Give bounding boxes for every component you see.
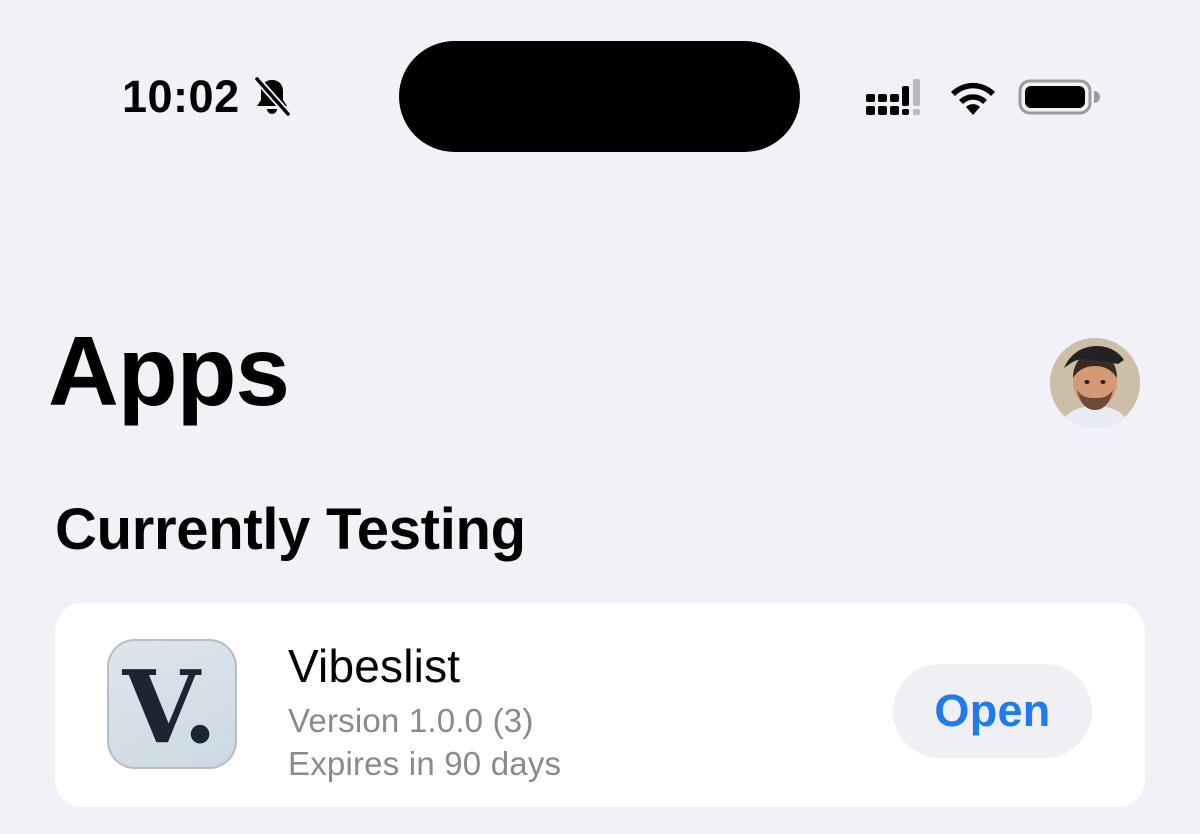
wifi-icon bbox=[924, 77, 998, 122]
user-avatar-icon bbox=[1050, 338, 1140, 428]
app-name: Vibeslist bbox=[288, 640, 461, 692]
bell-slash-icon bbox=[252, 75, 292, 118]
status-bar-left: 10:02 bbox=[122, 74, 292, 119]
status-time: 10:02 bbox=[122, 71, 240, 122]
avatar[interactable] bbox=[1050, 338, 1140, 428]
app-icon[interactable]: V. bbox=[107, 639, 237, 769]
app-info: Vibeslist Version 1.0.0 (3) Expires in 9… bbox=[288, 643, 561, 780]
signal-icon bbox=[864, 76, 924, 123]
open-button[interactable]: Open bbox=[893, 664, 1092, 758]
app-card[interactable]: V. Vibeslist Version 1.0.0 (3) Expires i… bbox=[55, 603, 1145, 807]
app-icon-letter: V. bbox=[122, 648, 218, 766]
status-bar-right bbox=[864, 76, 1100, 123]
dynamic-island bbox=[399, 41, 800, 152]
battery-icon bbox=[998, 77, 1100, 122]
app-version: Version 1.0.0 (3) bbox=[288, 702, 534, 739]
page-title: Apps bbox=[48, 316, 290, 426]
app-expiry: Expires in 90 days bbox=[288, 745, 562, 782]
section-title: Currently Testing bbox=[55, 497, 526, 562]
